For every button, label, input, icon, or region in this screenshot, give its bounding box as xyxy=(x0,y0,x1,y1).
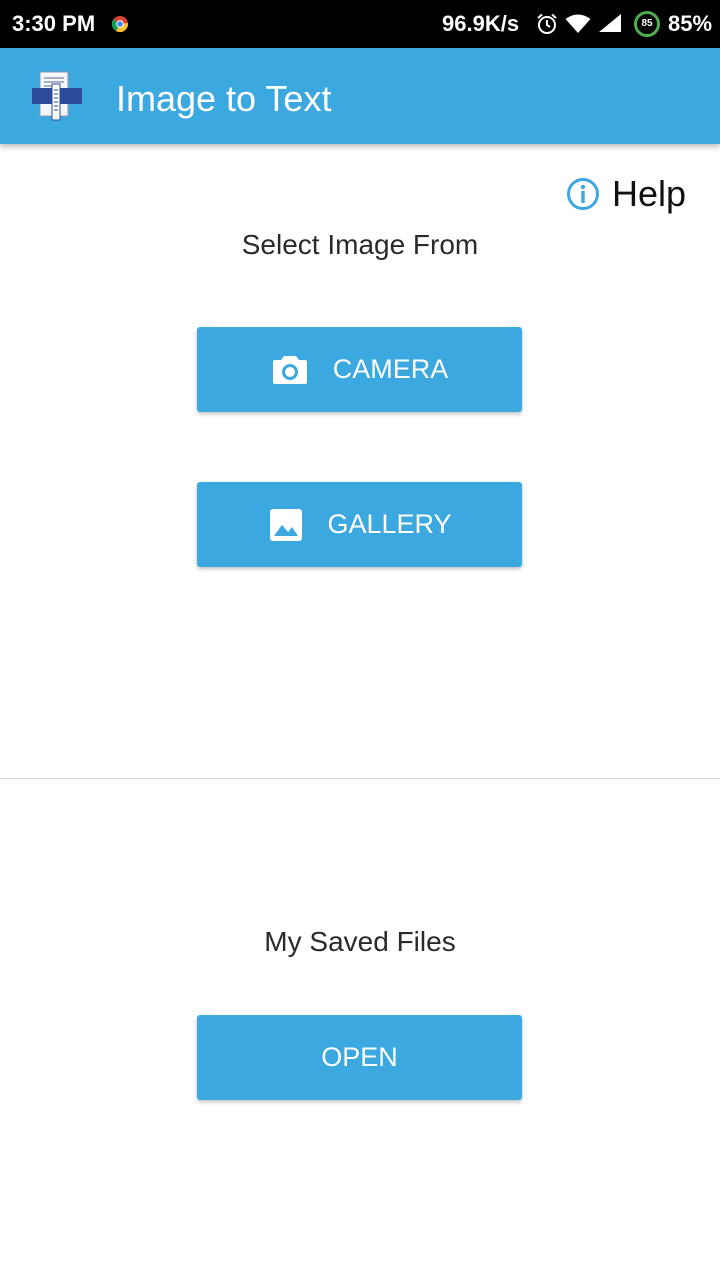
screen: 3:30 PM 96.9K/s 85 85% Image to Text Hel… xyxy=(0,0,720,1280)
info-icon xyxy=(567,178,599,210)
battery-percent: 85% xyxy=(668,11,713,36)
status-time: 3:30 PM xyxy=(12,11,96,36)
signal-icon xyxy=(599,14,621,32)
open-label: OPEN xyxy=(321,1042,398,1072)
alarm-icon xyxy=(537,13,557,34)
app-title: Image to Text xyxy=(116,78,332,119)
open-button[interactable]: OPEN xyxy=(197,1015,522,1100)
camera-label: CAMERA xyxy=(332,354,449,384)
help-link[interactable]: Help xyxy=(566,173,687,214)
camera-icon xyxy=(272,355,307,384)
help-label: Help xyxy=(612,173,687,214)
app-bar: Image to Text xyxy=(0,48,720,144)
battery-icon: 85 xyxy=(634,11,660,37)
image-icon xyxy=(270,508,303,541)
saved-files-heading: My Saved Files xyxy=(264,926,456,957)
gallery-button[interactable]: GALLERY xyxy=(197,482,522,567)
section-divider xyxy=(0,778,720,779)
chrome-icon xyxy=(112,16,128,32)
select-image-heading: Select Image From xyxy=(241,229,479,260)
network-speed: 96.9K/s xyxy=(442,11,520,36)
camera-button[interactable]: CAMERA xyxy=(197,327,522,412)
gallery-label: GALLERY xyxy=(327,509,452,539)
wifi-icon xyxy=(565,14,591,33)
document-logo-icon xyxy=(32,71,82,121)
status-bar: 3:30 PM 96.9K/s 85 85% xyxy=(0,0,720,48)
